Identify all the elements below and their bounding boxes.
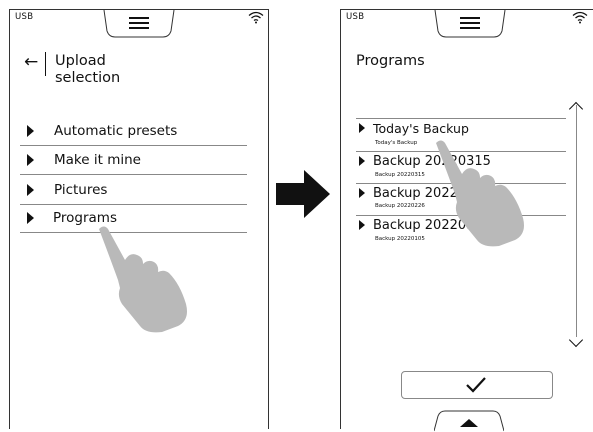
- page-title: Upload selection: [55, 53, 120, 87]
- bottom-tab[interactable]: [434, 410, 504, 432]
- program-name: Today's Backup: [373, 121, 469, 136]
- program-subtitle: Backup 20220105: [375, 236, 425, 242]
- play-triangle-icon: [27, 154, 34, 166]
- program-subtitle: Backup 20220315: [375, 172, 425, 178]
- play-triangle-icon: [27, 125, 34, 137]
- wifi-icon: [248, 11, 264, 24]
- hamburger-icon[interactable]: [460, 17, 480, 30]
- scrollbar-track[interactable]: [576, 105, 577, 337]
- up-triangle-icon: [460, 419, 478, 427]
- page-title: Programs: [356, 53, 425, 69]
- menu-item-make-it-mine[interactable]: Make it mine: [20, 146, 247, 175]
- chevron-up-icon[interactable]: [568, 101, 584, 117]
- programs-screen: USB Programs Today's Backup Today's Back…: [340, 9, 593, 432]
- confirm-button[interactable]: [401, 371, 553, 399]
- checkmark-icon: [466, 377, 486, 393]
- program-subtitle: Backup 20220226: [375, 203, 425, 209]
- hamburger-icon[interactable]: [129, 17, 149, 30]
- play-triangle-icon: [359, 220, 365, 230]
- back-arrow-icon[interactable]: ←: [24, 54, 38, 71]
- status-bar: USB: [341, 10, 593, 38]
- play-triangle-icon: [27, 184, 34, 196]
- menu-item-automatic-presets[interactable]: Automatic presets: [20, 117, 247, 146]
- menu-item-pictures[interactable]: Pictures: [20, 176, 247, 205]
- title-line-2: selection: [55, 70, 121, 86]
- wifi-icon: [572, 11, 588, 24]
- menu-item-label: Make it mine: [54, 152, 141, 168]
- chevron-down-icon[interactable]: [568, 332, 584, 348]
- play-triangle-icon: [359, 188, 365, 198]
- title-divider: [45, 52, 46, 76]
- tapping-hand-icon: [99, 226, 187, 333]
- tapping-hand-icon: [436, 140, 524, 247]
- right-arrow-icon: [276, 170, 330, 218]
- menu-item-label: Automatic presets: [54, 123, 178, 139]
- play-triangle-icon: [359, 156, 365, 166]
- menu-item-label: Pictures: [54, 182, 108, 198]
- program-subtitle: Today's Backup: [375, 140, 418, 146]
- play-triangle-icon: [359, 123, 365, 133]
- play-triangle-icon: [27, 212, 34, 224]
- title-line-1: Upload: [55, 53, 106, 69]
- upload-selection-screen: USB ← Upload selection Automatic presets…: [9, 9, 269, 429]
- status-bar: USB: [10, 10, 268, 38]
